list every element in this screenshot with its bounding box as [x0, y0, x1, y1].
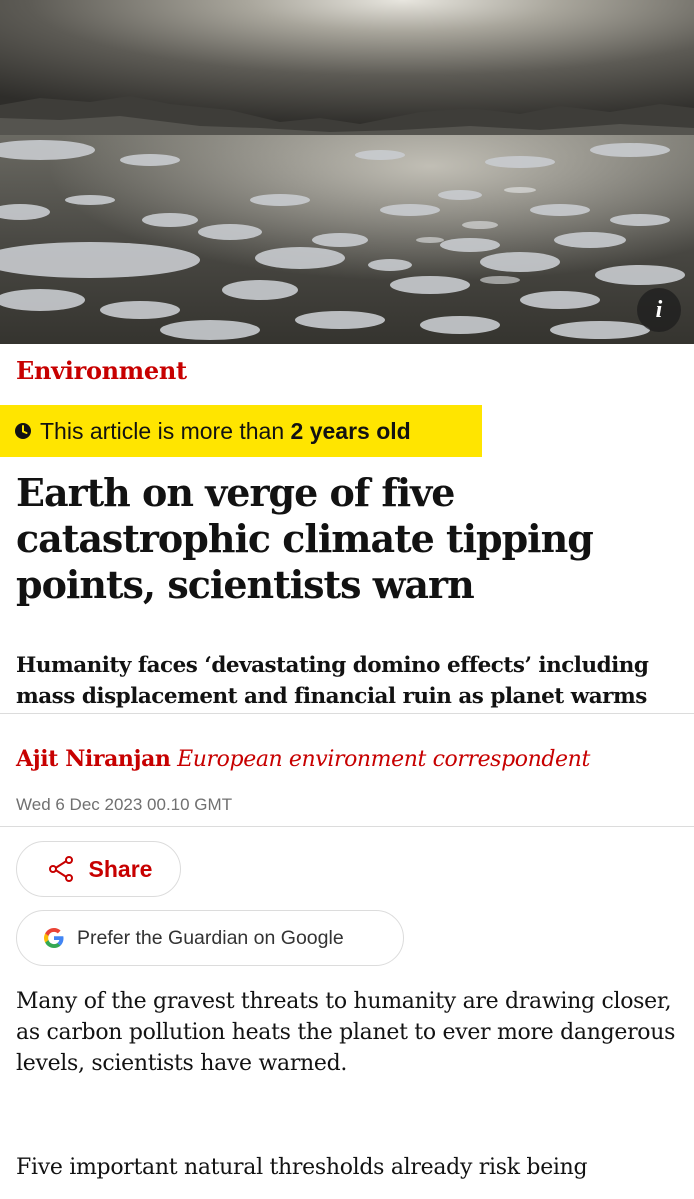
author-link[interactable]: Ajit Niranjan [16, 746, 171, 772]
google-label: Prefer the Guardian on Google [77, 926, 344, 949]
divider [0, 826, 694, 827]
author-role: European environment correspondent [177, 747, 590, 772]
age-warning-banner: This article is more than 2 years old [0, 405, 482, 457]
publish-date: Wed 6 Dec 2023 00.10 GMT [16, 795, 233, 814]
hero-image: i [0, 0, 694, 344]
google-icon [44, 928, 64, 948]
byline: Ajit Niranjan European environment corre… [16, 746, 590, 772]
age-warning-emphasis: 2 years old [290, 417, 411, 444]
body-paragraph: Many of the gravest threats to humanity … [16, 989, 676, 1076]
article-headline: Earth on verge of five catastrophic clim… [16, 470, 594, 607]
age-warning-text: This article is more than [40, 417, 291, 444]
section-label[interactable]: Environment [16, 356, 187, 385]
prefer-guardian-google-button[interactable]: Prefer the Guardian on Google [16, 910, 404, 966]
share-label: Share [88, 855, 153, 882]
share-icon [48, 856, 73, 882]
info-icon[interactable]: i [637, 288, 681, 332]
article-standfirst: Humanity faces ‘devastating domino effec… [16, 653, 649, 709]
body-paragraph: Five important natural thresholds alread… [16, 1155, 588, 1180]
divider [0, 713, 694, 714]
arctic-sea-photo [0, 0, 694, 344]
share-button[interactable]: Share [16, 841, 181, 897]
clock-icon [15, 423, 31, 439]
